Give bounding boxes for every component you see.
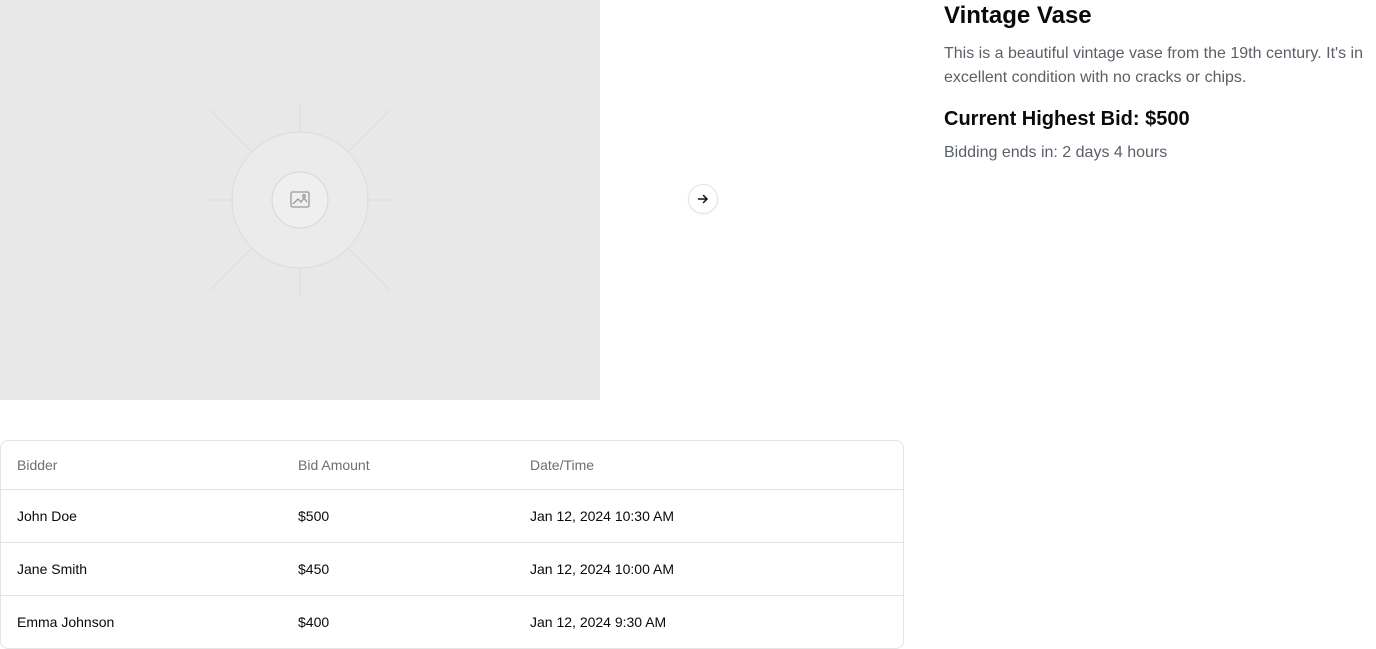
column-header-bid-amount: Bid Amount	[282, 441, 514, 490]
table-row: Emma Johnson $400 Jan 12, 2024 9:30 AM	[1, 596, 903, 649]
bid-history-table: Bidder Bid Amount Date/Time John Doe $50…	[0, 440, 904, 649]
next-image-button[interactable]	[688, 184, 718, 214]
table-row: John Doe $500 Jan 12, 2024 10:30 AM	[1, 489, 903, 543]
auction-page: Vintage Vase This is a beautiful vintage…	[0, 0, 1376, 649]
date-time-cell: Jan 12, 2024 9:30 AM	[530, 614, 667, 630]
product-image-placeholder	[0, 0, 600, 400]
bidder-cell: Jane Smith	[1, 542, 282, 596]
item-details: Vintage Vase This is a beautiful vintage…	[944, 0, 1376, 165]
bids-table: Bidder Bid Amount Date/Time John Doe $50…	[1, 441, 903, 648]
current-highest-bid: Current Highest Bid: $500	[944, 108, 1190, 130]
bidder-cell: John Doe	[1, 489, 282, 543]
bid-amount-cell: $450	[282, 542, 514, 596]
bidding-ends-in: Bidding ends in: 2 days 4 hours	[944, 144, 1168, 161]
date-time-cell: Jan 12, 2024 10:30 AM	[514, 489, 903, 543]
bidder-cell: Emma Johnson	[17, 614, 115, 630]
item-description: This is a beautiful vintage vase from th…	[944, 45, 1363, 86]
item-title: Vintage Vase	[944, 2, 1092, 29]
arrow-right-icon	[697, 194, 708, 204]
table-header-row: Bidder Bid Amount Date/Time	[1, 441, 903, 490]
column-header-bidder: Bidder	[1, 441, 282, 490]
column-header-date-time: Date/Time	[514, 441, 903, 490]
table-row: Jane Smith $450 Jan 12, 2024 10:00 AM	[1, 542, 903, 596]
date-time-cell: Jan 12, 2024 10:00 AM	[514, 542, 903, 596]
image-placeholder-graphic	[205, 105, 395, 295]
bid-amount-cell: $500	[282, 489, 514, 543]
bid-amount-cell: $400	[298, 614, 330, 630]
